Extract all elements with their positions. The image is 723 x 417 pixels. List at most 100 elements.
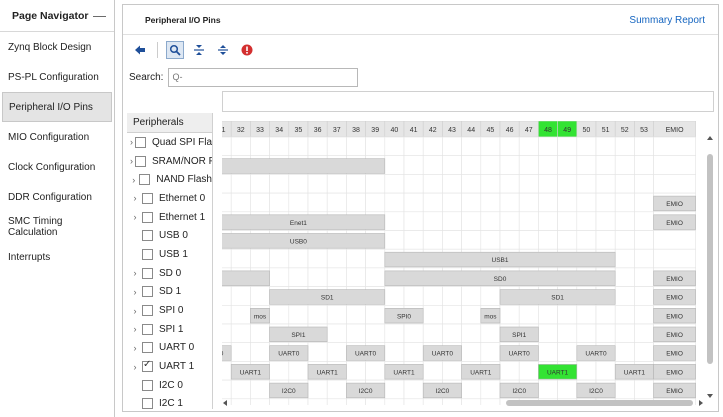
pin-assignment-bar[interactable]: EMIO: [653, 345, 696, 361]
pin-assignment-bar[interactable]: EMIO: [653, 382, 696, 399]
pin-cell[interactable]: [634, 136, 654, 157]
pin-cell[interactable]: [403, 286, 424, 306]
pin-cell[interactable]: [461, 342, 482, 362]
pin-cell[interactable]: [365, 174, 386, 194]
pin-cell[interactable]: [576, 230, 597, 250]
pin-cell[interactable]: [384, 342, 405, 362]
pin-cell[interactable]: [614, 323, 635, 344]
pin-cell[interactable]: [576, 155, 597, 175]
pin-cell[interactable]: [230, 379, 251, 400]
pin-cell[interactable]: [614, 174, 635, 194]
pin-cell[interactable]: [614, 155, 635, 175]
pin-cell[interactable]: [461, 323, 482, 344]
pin-cell[interactable]: [576, 361, 597, 381]
pin-cell[interactable]: [288, 361, 309, 381]
chevron-right-icon[interactable]: ›: [130, 362, 140, 372]
pin-cell[interactable]: [269, 248, 290, 269]
pin-assignment-bar[interactable]: SPI1: [269, 326, 328, 342]
peripheral-row[interactable]: USB 0: [127, 226, 212, 245]
pin-cell[interactable]: [384, 155, 405, 175]
pin-assignment-bar[interactable]: UART1: [614, 364, 654, 380]
pin-cell[interactable]: [230, 248, 251, 269]
pin-cell[interactable]: [595, 305, 616, 325]
pin-cell[interactable]: [595, 323, 616, 344]
peripheral-row[interactable]: › Ethernet 0: [127, 189, 212, 208]
minimize-icon[interactable]: —: [93, 8, 106, 23]
pin-cell[interactable]: [518, 361, 539, 381]
pin-cell[interactable]: [461, 136, 482, 157]
pin-cell[interactable]: [595, 174, 616, 194]
pin-cell[interactable]: [326, 379, 347, 400]
pin-cell[interactable]: [480, 286, 501, 306]
pin-cell[interactable]: [230, 305, 251, 325]
pin-cell[interactable]: [538, 155, 558, 175]
pin-cell[interactable]: [442, 361, 462, 381]
pin-assignment-bar[interactable]: UART0: [576, 345, 616, 361]
pin-assignment-bar[interactable]: [222, 158, 386, 174]
pin-cell[interactable]: [269, 305, 290, 325]
pin-cell[interactable]: [634, 248, 654, 269]
pin-cell[interactable]: [595, 211, 616, 231]
pin-cell[interactable]: [653, 174, 696, 194]
vertical-scrollbar[interactable]: [705, 135, 715, 401]
pin-cell[interactable]: [403, 136, 424, 157]
pin-assignment-bar[interactable]: EMIO: [653, 195, 696, 212]
pin-cell[interactable]: [634, 230, 654, 250]
peripheral-row[interactable]: USB 1: [127, 245, 212, 264]
pin-cell[interactable]: [326, 323, 347, 344]
pin-cell[interactable]: [499, 211, 520, 231]
pin-cell[interactable]: [576, 323, 597, 344]
pin-cell[interactable]: [288, 174, 309, 194]
pin-cell[interactable]: [499, 136, 520, 157]
pin-assignment-bar[interactable]: SD1: [269, 289, 386, 305]
pin-cell[interactable]: [288, 305, 309, 325]
pin-cell[interactable]: [634, 192, 654, 213]
chevron-right-icon[interactable]: ›: [130, 268, 140, 278]
pin-assignment-bar[interactable]: UART0: [422, 345, 462, 361]
pin-assignment-bar[interactable]: [222, 270, 270, 286]
pin-cell[interactable]: [634, 342, 654, 362]
pin-cell[interactable]: [518, 230, 539, 250]
peripheral-row[interactable]: › Ethernet 1: [127, 208, 212, 227]
pin-assignment-bar[interactable]: I2C0: [422, 382, 462, 399]
pin-assignment-bar[interactable]: SD0: [384, 270, 616, 286]
pin-cell[interactable]: [326, 267, 347, 287]
nav-item[interactable]: PS-PL Configuration: [0, 62, 114, 92]
peripheral-checkbox[interactable]: [139, 174, 151, 186]
pin-cell[interactable]: [422, 361, 443, 381]
pin-cell[interactable]: [576, 211, 597, 231]
pin-cell[interactable]: [230, 174, 251, 194]
pin-cell[interactable]: [538, 323, 558, 344]
peripheral-checkbox[interactable]: [142, 323, 153, 335]
pin-cell[interactable]: [422, 305, 443, 325]
chevron-right-icon[interactable]: ›: [130, 306, 140, 316]
pin-cell[interactable]: [403, 155, 424, 175]
search-icon[interactable]: [166, 41, 184, 59]
pin-assignment-bar[interactable]: SD1: [499, 289, 616, 305]
pin-cell[interactable]: [634, 286, 654, 306]
pin-cell[interactable]: [461, 211, 482, 231]
pin-cell[interactable]: [538, 305, 558, 325]
pin-cell[interactable]: [461, 379, 482, 400]
nav-item[interactable]: Interrupts: [0, 242, 114, 272]
pin-cell[interactable]: [346, 248, 366, 269]
pin-assignment-bar[interactable]: UART1: [230, 364, 270, 380]
pin-cell[interactable]: [442, 174, 462, 194]
pin-cell[interactable]: [634, 323, 654, 344]
pin-cell[interactable]: [576, 305, 597, 325]
pin-cell[interactable]: [403, 323, 424, 344]
chevron-right-icon[interactable]: ›: [130, 324, 140, 334]
chevron-right-icon[interactable]: ›: [130, 212, 140, 222]
pin-cell[interactable]: [557, 230, 578, 250]
pin-cell[interactable]: [461, 230, 482, 250]
pin-cell[interactable]: [307, 305, 328, 325]
pin-cell[interactable]: [222, 323, 232, 344]
pin-cell[interactable]: [346, 323, 366, 344]
pin-cell[interactable]: [538, 136, 558, 157]
pin-cell[interactable]: [384, 192, 405, 213]
pin-cell[interactable]: [422, 155, 443, 175]
pin-cell[interactable]: [222, 192, 232, 213]
peripheral-checkbox[interactable]: [135, 136, 146, 148]
pin-cell[interactable]: [288, 192, 309, 213]
chevron-right-icon[interactable]: ›: [130, 193, 140, 203]
